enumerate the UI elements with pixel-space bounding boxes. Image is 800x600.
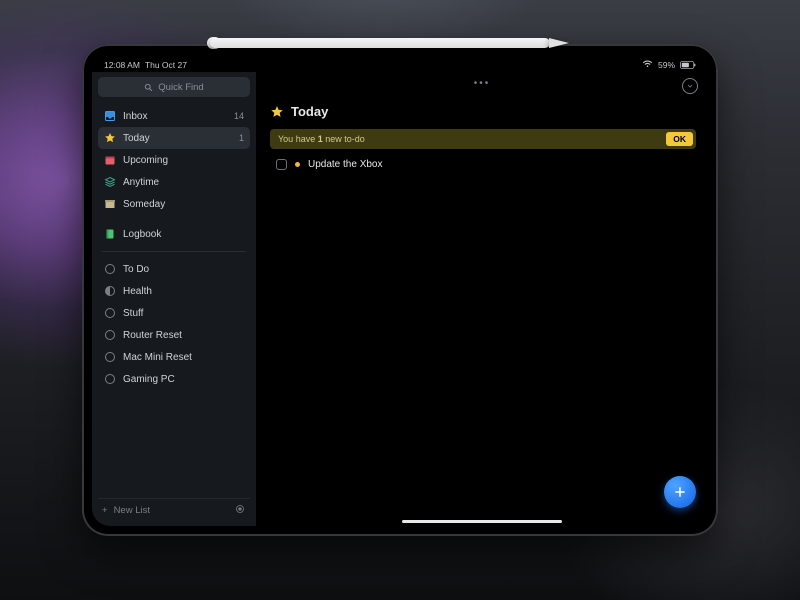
sidebar-list-health[interactable]: Health [98,280,250,302]
sidebar-item-label: Inbox [123,111,227,122]
sidebar-item-anytime[interactable]: Anytime [98,171,250,193]
sidebar-list-gaming-pc[interactable]: Gaming PC [98,368,250,390]
banner-ok-button[interactable]: OK [666,132,693,146]
page-title: Today [270,104,696,119]
settings-icon[interactable] [234,503,246,518]
sidebar-item-label: Logbook [123,229,244,240]
star-icon [270,105,284,119]
plus-icon: + [102,505,108,516]
window-dots-icon[interactable]: ••• [474,78,491,89]
sidebar-list-stuff[interactable]: Stuff [98,302,250,324]
circle-icon [104,263,116,275]
sidebar-item-label: Today [123,133,232,144]
sidebar-item-label: To Do [123,264,244,275]
sidebar-list-router-reset[interactable]: Router Reset [98,324,250,346]
sidebar-item-today[interactable]: Today 1 [98,127,250,149]
add-todo-button[interactable] [664,476,696,508]
sidebar-item-logbook[interactable]: Logbook [98,223,250,245]
page-title-text: Today [291,104,328,119]
book-icon [104,228,116,240]
circle-half-icon [104,285,116,297]
circle-icon [104,351,116,363]
status-date: Thu Oct 27 [145,60,187,70]
home-indicator[interactable] [402,520,562,523]
sidebar-item-upcoming[interactable]: Upcoming [98,149,250,171]
sidebar-list-todo[interactable]: To Do [98,258,250,280]
tray-icon [104,110,116,122]
sidebar-item-label: Stuff [123,308,244,319]
sidebar-item-label: Someday [123,199,244,210]
quick-find-placeholder: Quick Find [158,82,203,93]
sidebar-item-someday[interactable]: Someday [98,193,250,215]
sidebar-item-label: Upcoming [123,155,244,166]
apple-pencil [210,36,590,50]
wifi-icon [642,60,653,70]
todo-title: Update the Xbox [308,159,383,170]
sidebar-item-label: Gaming PC [123,374,244,385]
chevron-down-icon [686,82,694,90]
sidebar-item-label: Mac Mini Reset [123,352,244,363]
checkbox[interactable] [276,159,287,170]
circle-icon [104,307,116,319]
new-list-label: New List [114,505,150,516]
sidebar-item-count: 14 [234,111,244,121]
sidebar-divider [102,251,246,252]
layers-icon [104,176,116,188]
today-indicator-icon [295,162,300,167]
sidebar-item-count: 1 [239,133,244,143]
circle-icon [104,373,116,385]
new-list-button[interactable]: + New List [102,505,150,516]
star-icon [104,132,116,144]
calendar-icon [104,154,116,166]
sidebar: Quick Find Inbox 14 Today 1 Upcoming Any… [92,72,256,526]
sidebar-list-mac-mini-reset[interactable]: Mac Mini Reset [98,346,250,368]
battery-icon [680,61,696,69]
banner-text: You have 1 new to-do [278,134,666,144]
new-todo-banner: You have 1 new to-do OK [270,129,696,149]
sidebar-item-label: Health [123,286,244,297]
sidebar-item-inbox[interactable]: Inbox 14 [98,105,250,127]
status-battery-percent: 59% [658,60,675,70]
quick-find-input[interactable]: Quick Find [98,77,250,97]
sidebar-item-label: Router Reset [123,330,244,341]
archive-icon [104,198,116,210]
search-icon [144,83,153,92]
todo-item[interactable]: Update the Xbox [270,159,696,170]
more-options-button[interactable] [682,78,698,94]
plus-icon [673,485,687,499]
status-bar: 12:08 AM Thu Oct 27 59% [92,54,708,72]
sidebar-item-label: Anytime [123,177,244,188]
main-content: ••• Today You have 1 new to-do OK Update… [256,72,708,526]
status-time: 12:08 AM [104,60,140,70]
circle-icon [104,329,116,341]
ipad-frame: 12:08 AM Thu Oct 27 59% Quick Find Inbox… [82,44,718,536]
